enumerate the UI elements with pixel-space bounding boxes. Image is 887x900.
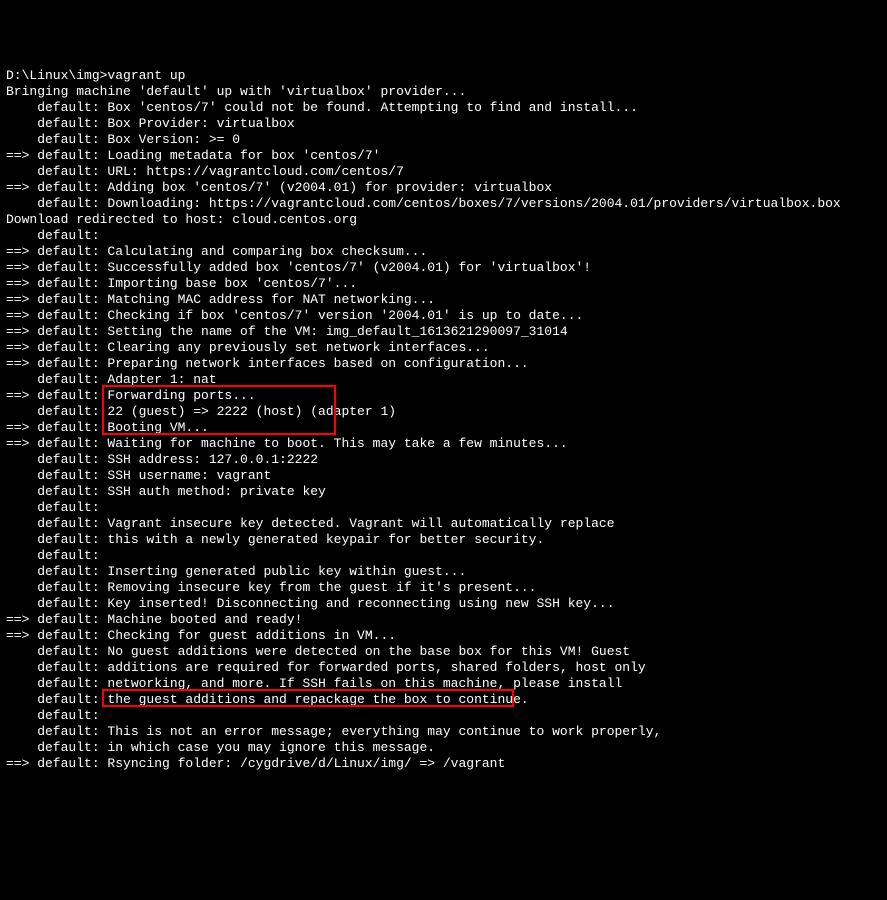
output-line: ==> default: Matching MAC address for NA… <box>6 292 881 308</box>
output-line: default: Key inserted! Disconnecting and… <box>6 596 881 612</box>
output-line: Bringing machine 'default' up with 'virt… <box>6 84 881 100</box>
output-line: ==> default: Importing base box 'centos/… <box>6 276 881 292</box>
output-line: default: URL: https://vagrantcloud.com/c… <box>6 164 881 180</box>
output-line: default: <box>6 500 881 516</box>
output-line: default: Adapter 1: nat <box>6 372 881 388</box>
output-line: ==> default: Successfully added box 'cen… <box>6 260 881 276</box>
output-line: ==> default: Clearing any previously set… <box>6 340 881 356</box>
output-line: default: SSH auth method: private key <box>6 484 881 500</box>
output-line: ==> default: Rsyncing folder: /cygdrive/… <box>6 756 881 772</box>
output-line: default: additions are required for forw… <box>6 660 881 676</box>
output-line: default: Downloading: https://vagrantclo… <box>6 196 881 212</box>
output-line: ==> default: Booting VM... <box>6 420 881 436</box>
output-line: default: No guest additions were detecte… <box>6 644 881 660</box>
output-line: default: Vagrant insecure key detected. … <box>6 516 881 532</box>
output-line: ==> default: Adding box 'centos/7' (v200… <box>6 180 881 196</box>
output-line: ==> default: Waiting for machine to boot… <box>6 436 881 452</box>
prompt-line: D:\Linux\img>vagrant up <box>6 68 881 84</box>
output-line: ==> default: Loading metadata for box 'c… <box>6 148 881 164</box>
output-line: default: this with a newly generated key… <box>6 532 881 548</box>
output-line: ==> default: Preparing network interface… <box>6 356 881 372</box>
output-line: ==> default: Checking if box 'centos/7' … <box>6 308 881 324</box>
output-line: default: 22 (guest) => 2222 (host) (adap… <box>6 404 881 420</box>
output-line: ==> default: Calculating and comparing b… <box>6 244 881 260</box>
output-line: default: in which case you may ignore th… <box>6 740 881 756</box>
output-line: default: SSH address: 127.0.0.1:2222 <box>6 452 881 468</box>
output-line: ==> default: Forwarding ports... <box>6 388 881 404</box>
output-line: ==> default: Setting the name of the VM:… <box>6 324 881 340</box>
output-line: ==> default: Machine booted and ready! <box>6 612 881 628</box>
output-line: default: Box Version: >= 0 <box>6 132 881 148</box>
output-line: default: This is not an error message; e… <box>6 724 881 740</box>
output-line: Download redirected to host: cloud.cento… <box>6 212 881 228</box>
output-line: default: Removing insecure key from the … <box>6 580 881 596</box>
output-line: default: SSH username: vagrant <box>6 468 881 484</box>
output-line: default: <box>6 548 881 564</box>
output-line: ==> default: Checking for guest addition… <box>6 628 881 644</box>
output-line: default: Box 'centos/7' could not be fou… <box>6 100 881 116</box>
output-line: default: <box>6 228 881 244</box>
output-line: default: networking, and more. If SSH fa… <box>6 676 881 692</box>
output-line: default: the guest additions and repacka… <box>6 692 881 708</box>
output-line: default: Inserting generated public key … <box>6 564 881 580</box>
output-line: default: Box Provider: virtualbox <box>6 116 881 132</box>
